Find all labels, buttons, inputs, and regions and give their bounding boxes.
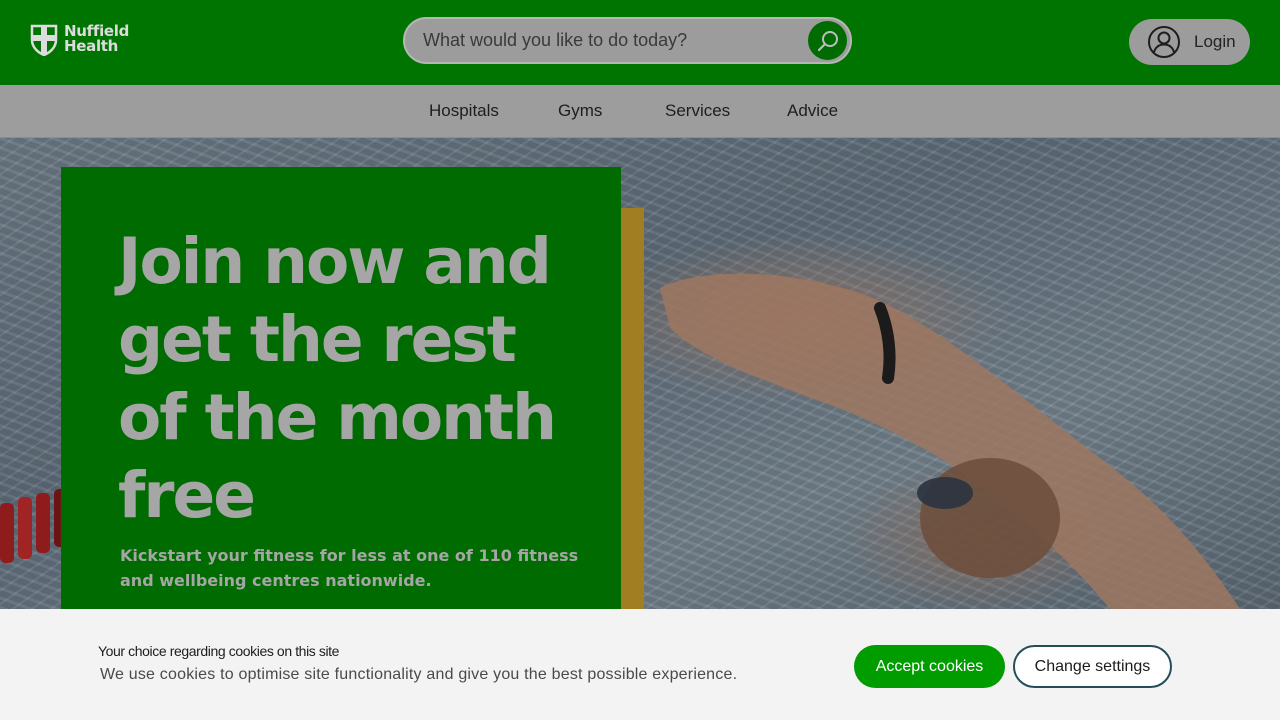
nav-item-hospitals[interactable]: Hospitals <box>429 101 499 121</box>
brand-logo[interactable]: Nuffield Health <box>30 24 129 56</box>
login-label: Login <box>1194 32 1236 51</box>
brand-name: Nuffield Health <box>64 24 129 54</box>
lane-rope-image <box>0 489 66 563</box>
site-header: Nuffield Health Login <box>0 0 1280 85</box>
change-settings-button[interactable]: Change settings <box>1013 645 1172 688</box>
search-icon <box>817 30 838 51</box>
hero-banner: Join now and get the rest of the month f… <box>0 138 1280 609</box>
cookie-banner: Your choice regarding cookies on this si… <box>0 609 1280 720</box>
main-nav: Hospitals Gyms Services Advice <box>0 85 1280 138</box>
hero-subtitle: Kickstart your fitness for less at one o… <box>120 546 579 590</box>
accept-cookies-button[interactable]: Accept cookies <box>854 645 1005 688</box>
search-button[interactable] <box>808 21 847 60</box>
nav-item-advice[interactable]: Advice <box>787 101 838 121</box>
hero-title: Join now and get the rest of the month f… <box>118 225 557 532</box>
brand-name-line2: Health <box>64 37 119 55</box>
cookie-banner-text: We use cookies to optimise site function… <box>100 666 738 683</box>
shield-cross-logo-icon <box>30 24 58 56</box>
login-button[interactable]: Login <box>1129 19 1250 65</box>
user-circle-icon <box>1148 26 1180 58</box>
nav-item-services[interactable]: Services <box>665 101 730 121</box>
swimmer-image <box>660 273 1240 609</box>
cookie-banner-title: Your choice regarding cookies on this si… <box>98 643 340 659</box>
search-bar <box>403 17 852 64</box>
hero-card: Join now and get the rest of the month f… <box>61 167 621 609</box>
search-input[interactable] <box>423 19 803 62</box>
nav-item-gyms[interactable]: Gyms <box>558 101 602 121</box>
